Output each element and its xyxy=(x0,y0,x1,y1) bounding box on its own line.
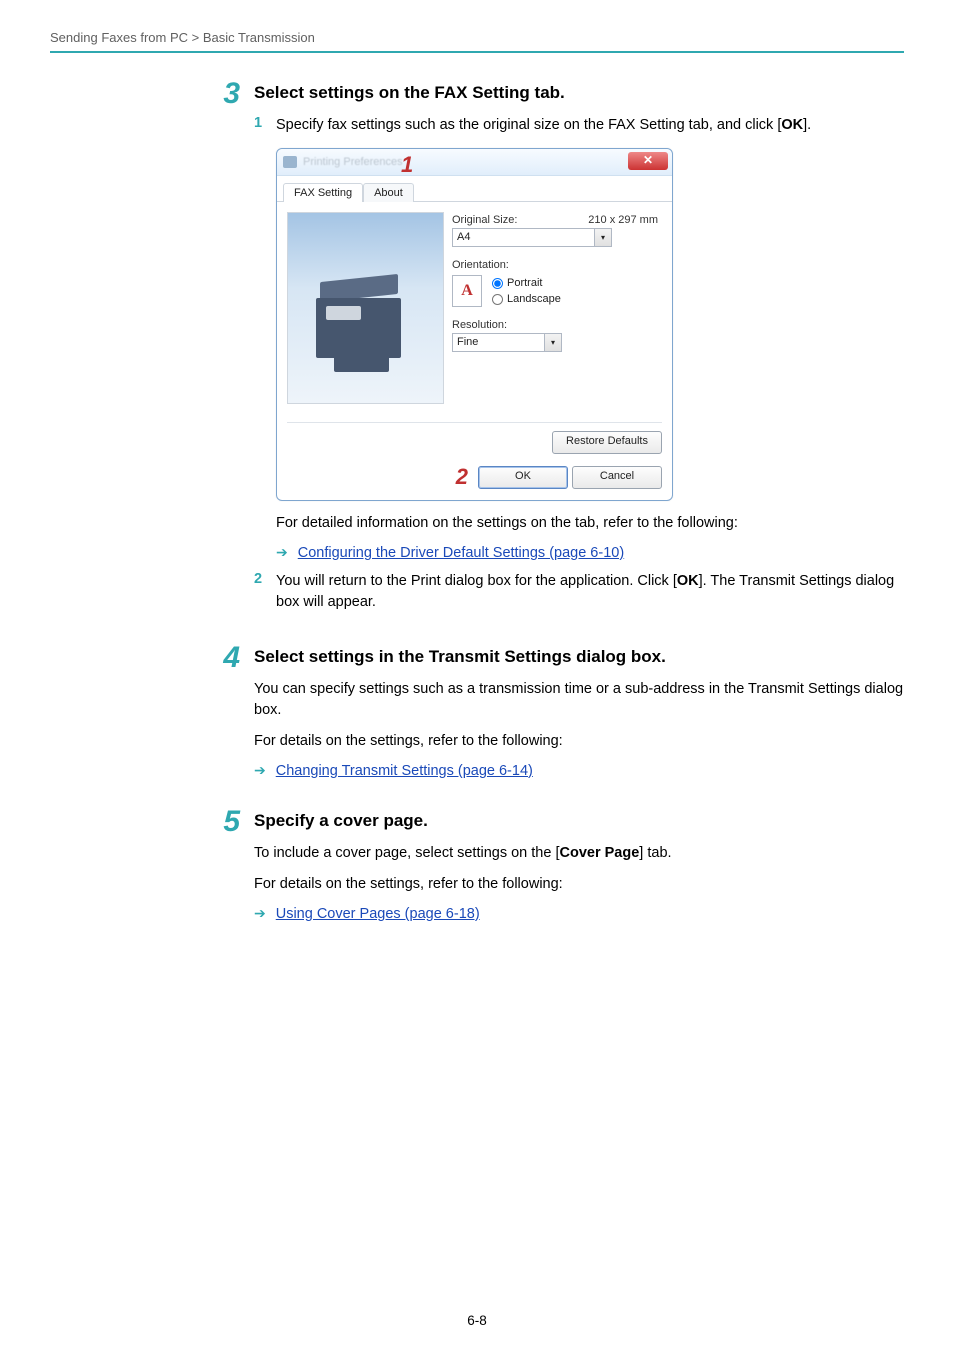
section-4-p1: You can specify settings such as a trans… xyxy=(254,679,904,721)
link-transmit-settings[interactable]: Changing Transmit Settings (page 6-14) xyxy=(276,763,533,779)
substep-number-2: 2 xyxy=(254,571,276,587)
ok-button[interactable]: OK xyxy=(478,466,568,489)
section-3-item-1: 1 Specify fax settings such as the origi… xyxy=(254,115,904,136)
link-row-transmit: ➔ Changing Transmit Settings (page 6-14) xyxy=(254,762,904,779)
ok-bold: OK xyxy=(677,573,699,589)
original-size-label: Original Size: xyxy=(452,214,517,226)
radio-landscape-input[interactable] xyxy=(492,294,503,305)
section-3-title: Select settings on the FAX Setting tab. xyxy=(254,83,904,103)
arrow-icon: ➔ xyxy=(276,544,288,561)
section-4-body: Select settings in the Transmit Settings… xyxy=(254,647,904,789)
original-size-row: Original Size: 210 x 297 mm A4 ▾ xyxy=(452,214,662,247)
chevron-down-icon: ▾ xyxy=(544,334,561,351)
step-number-3: 3 xyxy=(190,79,254,109)
cover-page-bold: Cover Page xyxy=(560,845,640,861)
callout-1: 1 xyxy=(401,152,413,178)
arrow-icon: ➔ xyxy=(254,762,266,779)
tab-fax-setting[interactable]: FAX Setting xyxy=(283,183,363,202)
radio-portrait-label: Portrait xyxy=(507,277,542,289)
section-5-body: Specify a cover page. To include a cover… xyxy=(254,811,904,932)
original-size-combo[interactable]: A4 ▾ xyxy=(452,228,612,247)
radio-landscape[interactable]: Landscape xyxy=(492,293,561,305)
section-5-p1: To include a cover page, select settings… xyxy=(254,843,904,864)
substep-number-1: 1 xyxy=(254,115,276,131)
resolution-combo[interactable]: Fine ▾ xyxy=(452,333,562,352)
text-fragment: Specify fax settings such as the origina… xyxy=(276,117,781,133)
radio-portrait[interactable]: Portrait xyxy=(492,277,561,289)
callout-2: 2 xyxy=(456,464,468,490)
resolution-row: Resolution: Fine ▾ xyxy=(452,319,662,352)
section-3-item-2-text: You will return to the Print dialog box … xyxy=(276,571,904,613)
link-config-driver[interactable]: Configuring the Driver Default Settings … xyxy=(298,545,624,561)
page-number: 6-8 xyxy=(0,1313,954,1328)
text-fragment: ]. xyxy=(803,117,811,133)
preview-pane xyxy=(287,212,444,404)
orientation-row: Orientation: A Portrait Landscape xyxy=(452,259,662,307)
section-4-title: Select settings in the Transmit Settings… xyxy=(254,647,904,667)
printer-illustration xyxy=(316,268,406,368)
section-5-p2: For details on the settings, refer to th… xyxy=(254,874,904,895)
header-rule xyxy=(50,51,904,53)
text-fragment: To include a cover page, select settings… xyxy=(254,845,560,861)
link-row-cover: ➔ Using Cover Pages (page 6-18) xyxy=(254,905,904,922)
section-4: 4 Select settings in the Transmit Settin… xyxy=(190,647,904,789)
text-fragment: You will return to the Print dialog box … xyxy=(276,573,677,589)
tab-about[interactable]: About xyxy=(363,183,414,202)
tab-strip: FAX Setting About 1 xyxy=(277,176,672,202)
section-3-info-line: For detailed information on the settings… xyxy=(276,513,904,534)
radio-portrait-input[interactable] xyxy=(492,278,503,289)
section-5-title: Specify a cover page. xyxy=(254,811,904,831)
dialog-footer: Restore Defaults 2 OK Cancel xyxy=(277,414,672,500)
chevron-down-icon: ▾ xyxy=(594,229,611,246)
resolution-value: Fine xyxy=(457,336,478,348)
link-row-config-driver: ➔ Configuring the Driver Default Setting… xyxy=(276,544,904,561)
page: Sending Faxes from PC > Basic Transmissi… xyxy=(0,0,954,1350)
restore-defaults-button[interactable]: Restore Defaults xyxy=(552,431,662,454)
orientation-icon: A xyxy=(452,275,482,307)
dialog-title-blurred: Printing Preferences xyxy=(303,156,403,168)
section-3-item-1-text: Specify fax settings such as the origina… xyxy=(276,115,904,136)
original-size-value: A4 xyxy=(457,231,470,243)
printer-icon xyxy=(283,156,297,168)
controls-pane: Original Size: 210 x 297 mm A4 ▾ Orienta… xyxy=(452,212,662,404)
step-number-4: 4 xyxy=(190,643,254,673)
arrow-icon: ➔ xyxy=(254,905,266,922)
ok-bold: OK xyxy=(781,117,803,133)
dialog-titlebar: Printing Preferences ✕ xyxy=(277,149,672,176)
dialog-body: Original Size: 210 x 297 mm A4 ▾ Orienta… xyxy=(277,202,672,414)
cancel-button[interactable]: Cancel xyxy=(572,466,662,489)
breadcrumb: Sending Faxes from PC > Basic Transmissi… xyxy=(50,30,904,45)
radio-landscape-label: Landscape xyxy=(507,293,561,305)
text-fragment: ] tab. xyxy=(639,845,671,861)
resolution-label: Resolution: xyxy=(452,319,507,331)
original-size-dim: 210 x 297 mm xyxy=(588,214,658,226)
section-3-item-2: 2 You will return to the Print dialog bo… xyxy=(254,571,904,613)
section-3: 3 Select settings on the FAX Setting tab… xyxy=(190,83,904,621)
section-4-p2: For details on the settings, refer to th… xyxy=(254,731,904,752)
section-3-body: Select settings on the FAX Setting tab. … xyxy=(254,83,904,621)
step-number-5: 5 xyxy=(190,807,254,837)
link-cover-pages[interactable]: Using Cover Pages (page 6-18) xyxy=(276,906,480,922)
close-button[interactable]: ✕ xyxy=(628,152,668,170)
section-5: 5 Specify a cover page. To include a cov… xyxy=(190,811,904,932)
fax-setting-dialog: Printing Preferences ✕ FAX Setting About… xyxy=(276,148,673,501)
orientation-label: Orientation: xyxy=(452,259,509,271)
